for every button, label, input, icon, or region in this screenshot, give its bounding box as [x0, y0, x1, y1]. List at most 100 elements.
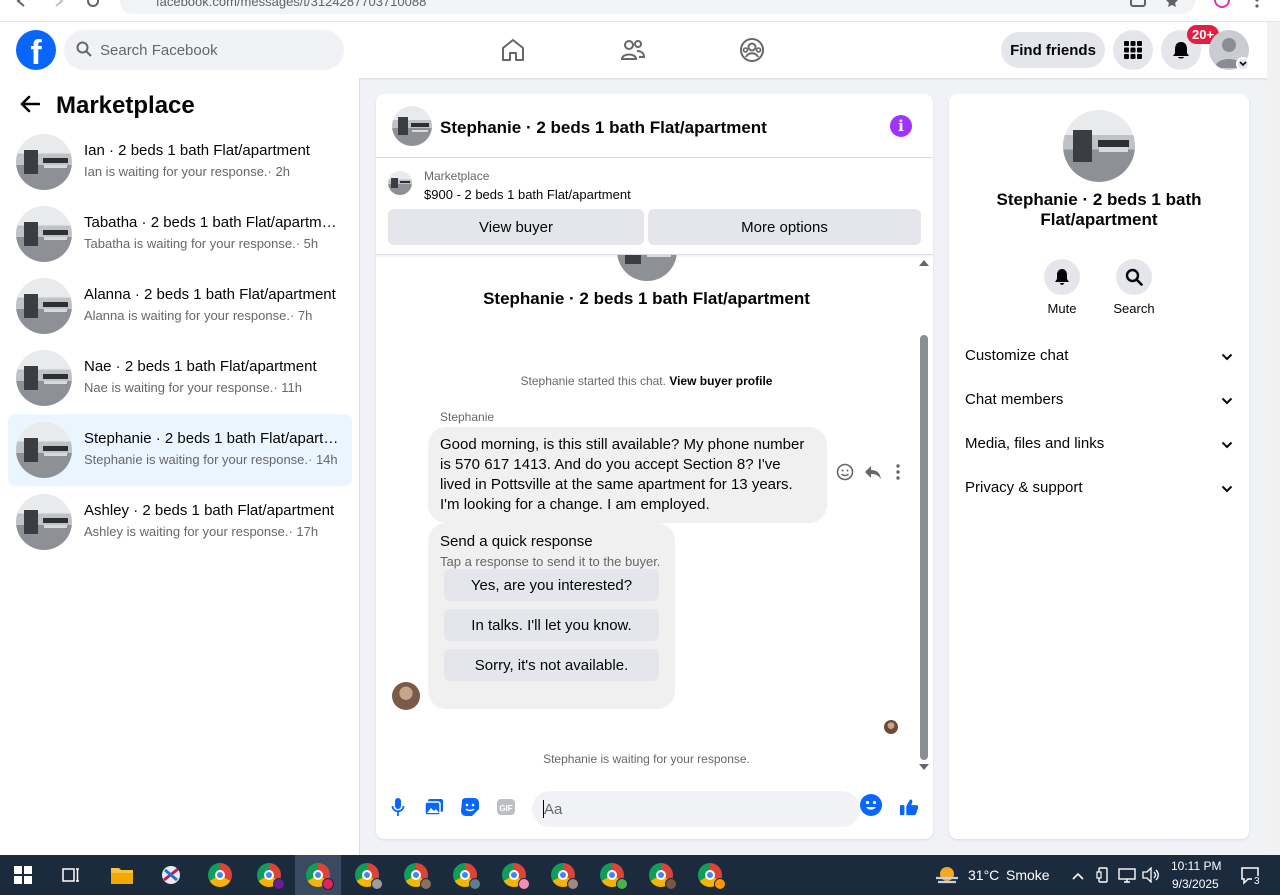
- media-files-links-section[interactable]: Media, files and links: [957, 422, 1241, 466]
- chat-name: Alanna · 2 beds 1 bath Flat/apartment: [84, 286, 336, 303]
- view-buyer-profile-link[interactable]: View buyer profile: [669, 374, 772, 388]
- snipping-tool-icon[interactable]: [148, 855, 194, 895]
- chrome-profile-icon[interactable]: [540, 855, 586, 895]
- device-icon[interactable]: [1096, 867, 1110, 888]
- chevron-down-icon: [1221, 480, 1233, 498]
- chrome-profile-icon[interactable]: [393, 855, 439, 895]
- weather-description[interactable]: Smoke: [1006, 867, 1050, 883]
- file-explorer-icon[interactable]: [99, 855, 145, 895]
- more-vertical-icon[interactable]: [896, 464, 900, 485]
- sender-avatar[interactable]: [392, 682, 420, 710]
- chat-list-sidebar: Marketplace Ian · 2 beds 1 bath Flat/apa…: [0, 78, 360, 855]
- microphone-icon[interactable]: [388, 797, 408, 817]
- chrome-profile-icon[interactable]: [246, 855, 292, 895]
- message-thread[interactable]: Stephanie · 2 beds 1 bath Flat/apartment…: [376, 255, 933, 775]
- chat-list-item[interactable]: Tabatha · 2 beds 1 bath Flat/apartment T…: [8, 198, 352, 270]
- view-buyer-button[interactable]: View buyer: [388, 209, 644, 245]
- find-friends-button[interactable]: Find friends: [1001, 32, 1105, 68]
- info-icon[interactable]: i: [890, 115, 912, 137]
- scroll-up-arrow-icon[interactable]: [919, 260, 929, 266]
- conversation-panel: Stephanie · 2 beds 1 bath Flat/apartment…: [376, 94, 933, 839]
- clock-date[interactable]: 9/3/2025: [1172, 877, 1219, 891]
- customize-chat-section[interactable]: Customize chat: [957, 334, 1241, 378]
- mute-button[interactable]: Mute: [1032, 259, 1092, 316]
- task-view-icon[interactable]: [48, 855, 94, 895]
- profile-icon[interactable]: [1214, 0, 1230, 11]
- quick-response-option[interactable]: Yes, are you interested?: [444, 569, 659, 601]
- svg-text:GIF: GIF: [499, 804, 512, 813]
- extensions-icon[interactable]: [1130, 0, 1148, 11]
- network-icon[interactable]: [1118, 867, 1136, 888]
- friends-icon[interactable]: [617, 34, 649, 66]
- chat-name: Ashley · 2 beds 1 bath Flat/apartment: [84, 502, 335, 519]
- message-input-box[interactable]: [532, 791, 860, 827]
- forward-arrow-icon[interactable]: [52, 0, 66, 11]
- search-in-chat-button[interactable]: Search: [1104, 259, 1164, 316]
- search-bar[interactable]: [64, 30, 344, 70]
- reply-arrow-icon[interactable]: [864, 464, 882, 485]
- message-input[interactable]: [544, 791, 834, 827]
- back-arrow-icon[interactable]: [14, 0, 28, 11]
- chevron-down-icon: [1221, 348, 1233, 366]
- quick-response-option[interactable]: Sorry, it's not available.: [444, 649, 659, 681]
- page-scrollbar[interactable]: [1267, 22, 1280, 855]
- listing-thumbnail[interactable]: [1063, 110, 1135, 182]
- chrome-profile-icon[interactable]: [687, 855, 733, 895]
- clock-time[interactable]: 10:11 PM: [1171, 859, 1221, 873]
- chrome-profile-icon[interactable]: [442, 855, 488, 895]
- grid-icon: [1124, 41, 1142, 59]
- chrome-icon[interactable]: [197, 855, 243, 895]
- listing-price: $900 - 2 beds 1 bath Flat/apartment: [424, 187, 631, 202]
- volume-icon[interactable]: [1142, 866, 1160, 888]
- thumbs-up-icon[interactable]: [899, 797, 919, 817]
- react-smiley-icon[interactable]: [836, 463, 854, 486]
- emoji-icon[interactable]: [860, 794, 882, 816]
- chat-preview: Alanna is waiting for your response. · 7…: [84, 308, 313, 323]
- listing-banner: Marketplace $900 - 2 beds 1 bath Flat/ap…: [376, 159, 933, 255]
- chat-list-item[interactable]: Ashley · 2 beds 1 bath Flat/apartment As…: [8, 486, 352, 558]
- chrome-profile-icon[interactable]: [638, 855, 684, 895]
- chat-preview: Tabatha is waiting for your response. · …: [84, 236, 319, 251]
- thread-scrollbar[interactable]: [917, 255, 931, 775]
- more-options-button[interactable]: More options: [648, 209, 921, 245]
- chrome-profile-icon[interactable]: [491, 855, 537, 895]
- chat-list-item-active[interactable]: Stephanie · 2 beds 1 bath Flat/apartment…: [8, 414, 352, 486]
- menu-grid-button[interactable]: [1113, 30, 1153, 70]
- chat-list-item[interactable]: Nae · 2 beds 1 bath Flat/apartment Nae i…: [8, 342, 352, 414]
- windows-start-icon[interactable]: [0, 855, 46, 895]
- bookmark-star-icon[interactable]: [1165, 0, 1179, 11]
- seen-indicator-avatar: [884, 720, 898, 734]
- home-icon[interactable]: [497, 34, 529, 66]
- address-bar[interactable]: facebook.com/messages/t/3124287703710088: [120, 0, 1195, 14]
- weather-temperature[interactable]: 31°C: [968, 867, 999, 883]
- chrome-profile-icon[interactable]: [589, 855, 635, 895]
- scroll-down-arrow-icon[interactable]: [919, 764, 929, 770]
- chrome-profile-icon-active[interactable]: [295, 855, 341, 895]
- facebook-logo-icon[interactable]: f: [16, 30, 56, 70]
- photo-gallery-icon[interactable]: [424, 797, 444, 817]
- gif-icon[interactable]: GIF: [496, 797, 516, 817]
- reload-icon[interactable]: [86, 0, 100, 11]
- quick-response-option[interactable]: In talks. I'll let you know.: [444, 609, 659, 641]
- listing-thumbnail[interactable]: [392, 106, 432, 146]
- search-input[interactable]: [100, 30, 330, 70]
- message-bubble[interactable]: Good morning, is this still available? M…: [428, 427, 827, 523]
- chat-list-item[interactable]: Ian · 2 beds 1 bath Flat/apartment Ian i…: [8, 126, 352, 198]
- chat-members-section[interactable]: Chat members: [957, 378, 1241, 422]
- privacy-support-section[interactable]: Privacy & support: [957, 466, 1241, 510]
- groups-icon[interactable]: [736, 34, 768, 66]
- chevron-down-icon: [1221, 436, 1233, 454]
- sticker-icon[interactable]: [460, 797, 480, 817]
- back-arrow-icon[interactable]: [20, 95, 41, 118]
- quick-response-card: Send a quick response Tap a response to …: [428, 523, 675, 709]
- browser-menu-icon[interactable]: [1255, 0, 1259, 11]
- conversation-title[interactable]: Stephanie · 2 beds 1 bath Flat/apartment: [440, 118, 767, 138]
- chevron-up-icon[interactable]: [1071, 868, 1085, 886]
- chat-list-item[interactable]: Alanna · 2 beds 1 bath Flat/apartment Al…: [8, 270, 352, 342]
- scrollbar-thumb[interactable]: [920, 335, 928, 760]
- weather-icon[interactable]: [934, 863, 960, 892]
- chrome-profile-icon[interactable]: [344, 855, 390, 895]
- account-chevron-down-icon[interactable]: [1236, 57, 1250, 71]
- search-icon: [1125, 268, 1143, 286]
- listing-thumbnail: [16, 422, 72, 478]
